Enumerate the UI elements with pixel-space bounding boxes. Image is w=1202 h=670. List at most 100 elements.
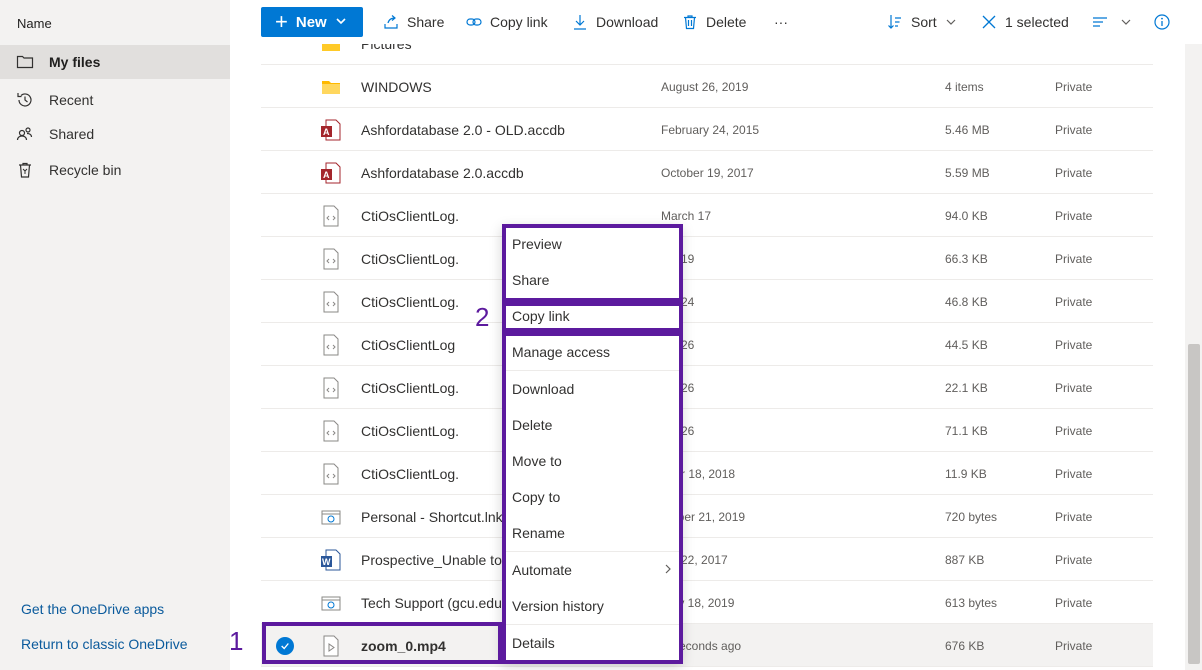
- table-row[interactable]: CtiOsClientLog. rch 26 22.1 KB Private: [261, 366, 1153, 409]
- sidebar-item-shared[interactable]: Shared: [0, 117, 230, 151]
- file-sharing: Private: [1055, 466, 1093, 481]
- history-icon: [15, 90, 35, 110]
- folder-icon: [322, 44, 340, 51]
- scrollbar-thumb[interactable]: [1188, 344, 1200, 664]
- file-size: 94.0 KB: [945, 208, 988, 223]
- file-name[interactable]: CtiOsClientLog.: [361, 237, 459, 280]
- code-file-icon: [323, 420, 339, 442]
- sidebar-item-recent[interactable]: Recent: [0, 83, 230, 117]
- sort-button[interactable]: Sort: [887, 0, 957, 44]
- annotation-label-2: 2: [475, 302, 490, 332]
- download-button[interactable]: Download: [572, 0, 658, 44]
- file-name[interactable]: WINDOWS: [361, 65, 432, 108]
- file-size: 676 KB: [945, 638, 985, 653]
- table-row[interactable]: CtiOsClientLog. rch 19 66.3 KB Private: [261, 237, 1153, 280]
- table-row[interactable]: CtiOsClientLog. March 17 94.0 KB Private: [261, 194, 1153, 237]
- file-size: 46.8 KB: [945, 294, 988, 309]
- plus-icon: +: [275, 9, 288, 34]
- code-file-icon: [323, 205, 339, 227]
- file-size: 22.1 KB: [945, 380, 988, 395]
- share-button[interactable]: Share: [383, 0, 444, 44]
- sidebar-item-label: Recycle bin: [49, 162, 122, 178]
- table-row[interactable]: CtiOsClientLog. rch 24 46.8 KB Private: [261, 280, 1153, 323]
- copy-link-label: Copy link: [490, 14, 548, 30]
- selected-count: 1 selected: [1005, 14, 1069, 30]
- chevron-down-icon: [946, 19, 956, 25]
- table-row[interactable]: CtiOsClientLog rch 26 44.5 KB Private: [261, 323, 1153, 366]
- delete-label: Delete: [706, 14, 747, 30]
- file-sharing: Private: [1055, 251, 1093, 266]
- svg-text:A: A: [323, 170, 330, 180]
- annotation-box-preview-share: [502, 224, 683, 302]
- file-name[interactable]: Ashfordatabase 2.0.accdb: [361, 151, 524, 194]
- file-name[interactable]: Tech Support (gcu.edu: [361, 581, 502, 624]
- annotation-label-1: 1: [229, 626, 244, 656]
- file-name[interactable]: CtiOsClientLog.: [361, 194, 459, 237]
- delete-button[interactable]: Delete: [682, 0, 746, 44]
- view-options-button[interactable]: [1092, 0, 1132, 44]
- file-name[interactable]: CtiOsClientLog: [361, 323, 455, 366]
- file-list: Pictures WINDOWS August 26, 2019 4 items…: [230, 44, 1185, 670]
- table-row[interactable]: A Ashfordatabase 2.0.accdb October 19, 2…: [261, 151, 1153, 194]
- sidebar-item-my-files[interactable]: My files: [0, 45, 230, 79]
- file-name[interactable]: CtiOsClientLog.: [361, 409, 459, 452]
- file-sharing: Private: [1055, 595, 1093, 610]
- new-button[interactable]: + New: [261, 7, 363, 37]
- get-onedrive-apps-link[interactable]: Get the OneDrive apps: [21, 601, 164, 617]
- table-row[interactable]: CtiOsClientLog. ober 18, 2018 11.9 KB Pr…: [261, 452, 1153, 495]
- annotation-box-selected-file: [262, 622, 502, 664]
- file-modified: October 19, 2017: [661, 165, 754, 180]
- return-to-classic-link[interactable]: Return to classic OneDrive: [21, 636, 188, 652]
- table-row[interactable]: CtiOsClientLog. rch 26 71.1 KB Private: [261, 409, 1153, 452]
- annotation-box-copy-link: [502, 302, 683, 332]
- info-button[interactable]: [1154, 0, 1178, 44]
- copy-link-button[interactable]: Copy link: [466, 0, 548, 44]
- clear-selection-button[interactable]: 1 selected: [981, 0, 1069, 44]
- file-size: 11.9 KB: [945, 466, 987, 481]
- file-size: 71.1 KB: [945, 423, 988, 438]
- file-size: 720 bytes: [945, 509, 998, 524]
- file-modified: February 24, 2015: [661, 122, 760, 137]
- file-name[interactable]: Prospective_Unable to: [361, 538, 502, 581]
- user-name: Name: [17, 16, 52, 31]
- file-name[interactable]: CtiOsClientLog.: [361, 280, 459, 323]
- more-options-button[interactable]: ···: [774, 0, 788, 44]
- file-sharing: Private: [1055, 423, 1093, 438]
- file-size: 5.59 MB: [945, 165, 990, 180]
- sidebar-item-label: Shared: [49, 126, 95, 142]
- file-sharing: Private: [1055, 337, 1093, 352]
- table-row[interactable]: Personal - Shortcut.lnk ember 21, 2019 7…: [261, 495, 1153, 538]
- table-row[interactable]: W Prospective_Unable to rch 22, 2017 887…: [261, 538, 1153, 581]
- more-label: ···: [774, 14, 788, 30]
- table-row[interactable]: WINDOWS August 26, 2019 4 items Private: [261, 65, 1153, 108]
- folder-icon: [322, 81, 340, 94]
- code-file-icon: [323, 377, 339, 399]
- table-row[interactable]: Tech Support (gcu.edu uary 18, 2019 613 …: [261, 581, 1153, 624]
- code-file-icon: [323, 291, 339, 313]
- file-sharing: Private: [1055, 509, 1093, 524]
- share-label: Share: [407, 14, 445, 30]
- folder-icon: [15, 52, 35, 72]
- file-name[interactable]: Pictures: [361, 44, 412, 65]
- command-bar: + New Share Copy link Download Delete ··…: [230, 0, 1202, 44]
- trash-icon: [684, 15, 696, 30]
- share-icon: [384, 15, 398, 29]
- file-sharing: Private: [1055, 208, 1093, 223]
- list-view-icon: [1093, 17, 1107, 27]
- recycle-bin-icon: [15, 160, 35, 180]
- file-size: 4 items: [945, 79, 984, 94]
- file-size: 66.3 KB: [945, 251, 988, 266]
- file-size: 613 bytes: [945, 595, 998, 610]
- file-name[interactable]: CtiOsClientLog.: [361, 452, 459, 495]
- file-name[interactable]: CtiOsClientLog.: [361, 366, 459, 409]
- table-row[interactable]: Pictures: [261, 44, 1153, 65]
- chevron-down-icon: [1121, 19, 1131, 25]
- file-name[interactable]: Personal - Shortcut.lnk: [361, 495, 503, 538]
- file-sharing: Private: [1055, 79, 1093, 94]
- sidebar-item-recycle-bin[interactable]: Recycle bin: [0, 153, 230, 187]
- access-db-icon: A: [321, 162, 341, 184]
- file-name[interactable]: Ashfordatabase 2.0 - OLD.accdb: [361, 108, 565, 151]
- table-row[interactable]: A Ashfordatabase 2.0 - OLD.accdb Februar…: [261, 108, 1153, 151]
- word-doc-icon: W: [321, 549, 341, 571]
- download-label: Download: [596, 14, 659, 30]
